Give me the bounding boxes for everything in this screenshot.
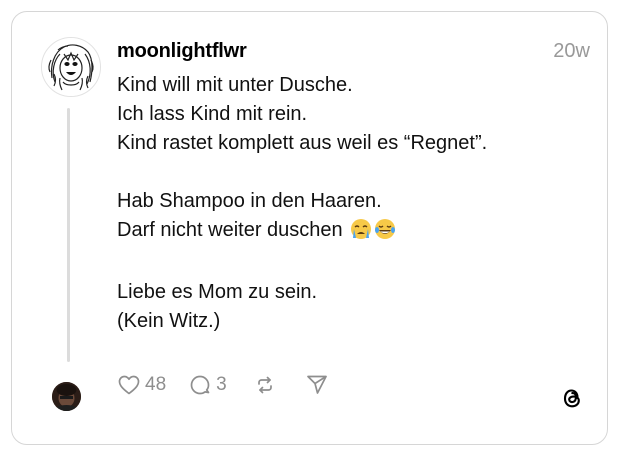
thread-line [67,108,70,362]
share-button[interactable] [305,373,329,397]
post-line: Hab Shampoo in den Haaren. [117,190,382,212]
post-line: Kind rastet komplett aus weil es “Regnet… [117,132,488,154]
repost-button[interactable] [253,373,277,397]
repost-icon [257,376,272,394]
post-line: (Kein Witz.) [117,310,221,332]
like-count: 48 [145,374,167,395]
post-body: Kind will mit unter Dusche. Ich lass Kin… [117,71,487,336]
post-line-blank [117,158,487,187]
user-avatar[interactable] [41,37,101,97]
post-line-with-emoji: Darf nicht weiter duschen [117,216,487,249]
threads-logo-icon[interactable] [559,385,585,411]
username[interactable]: moonlightflwr [117,40,247,63]
heart-icon [118,375,140,395]
post-line-text: Darf nicht weiter duschen [117,219,343,241]
post-line: Liebe es Mom zu sein. [117,281,318,303]
comment-button[interactable]: 3 [188,373,227,397]
reply-avatar-photo [52,382,81,411]
share-icon [306,375,327,394]
avatar-illustration [42,38,100,96]
comment-icon [190,375,210,395]
tears-of-joy-emoji [374,218,396,249]
comment-count: 3 [216,374,227,395]
reply-avatar[interactable] [52,382,81,411]
post-actions: 48 3 [117,372,329,398]
crying-face-emoji [350,218,372,249]
post-line: Ich lass Kind mit rein. [117,103,308,125]
post-line-blank [117,249,487,278]
post-line: Kind will mit unter Dusche. [117,74,353,96]
like-button[interactable]: 48 [117,373,166,397]
post-timestamp: 20w [553,40,590,62]
